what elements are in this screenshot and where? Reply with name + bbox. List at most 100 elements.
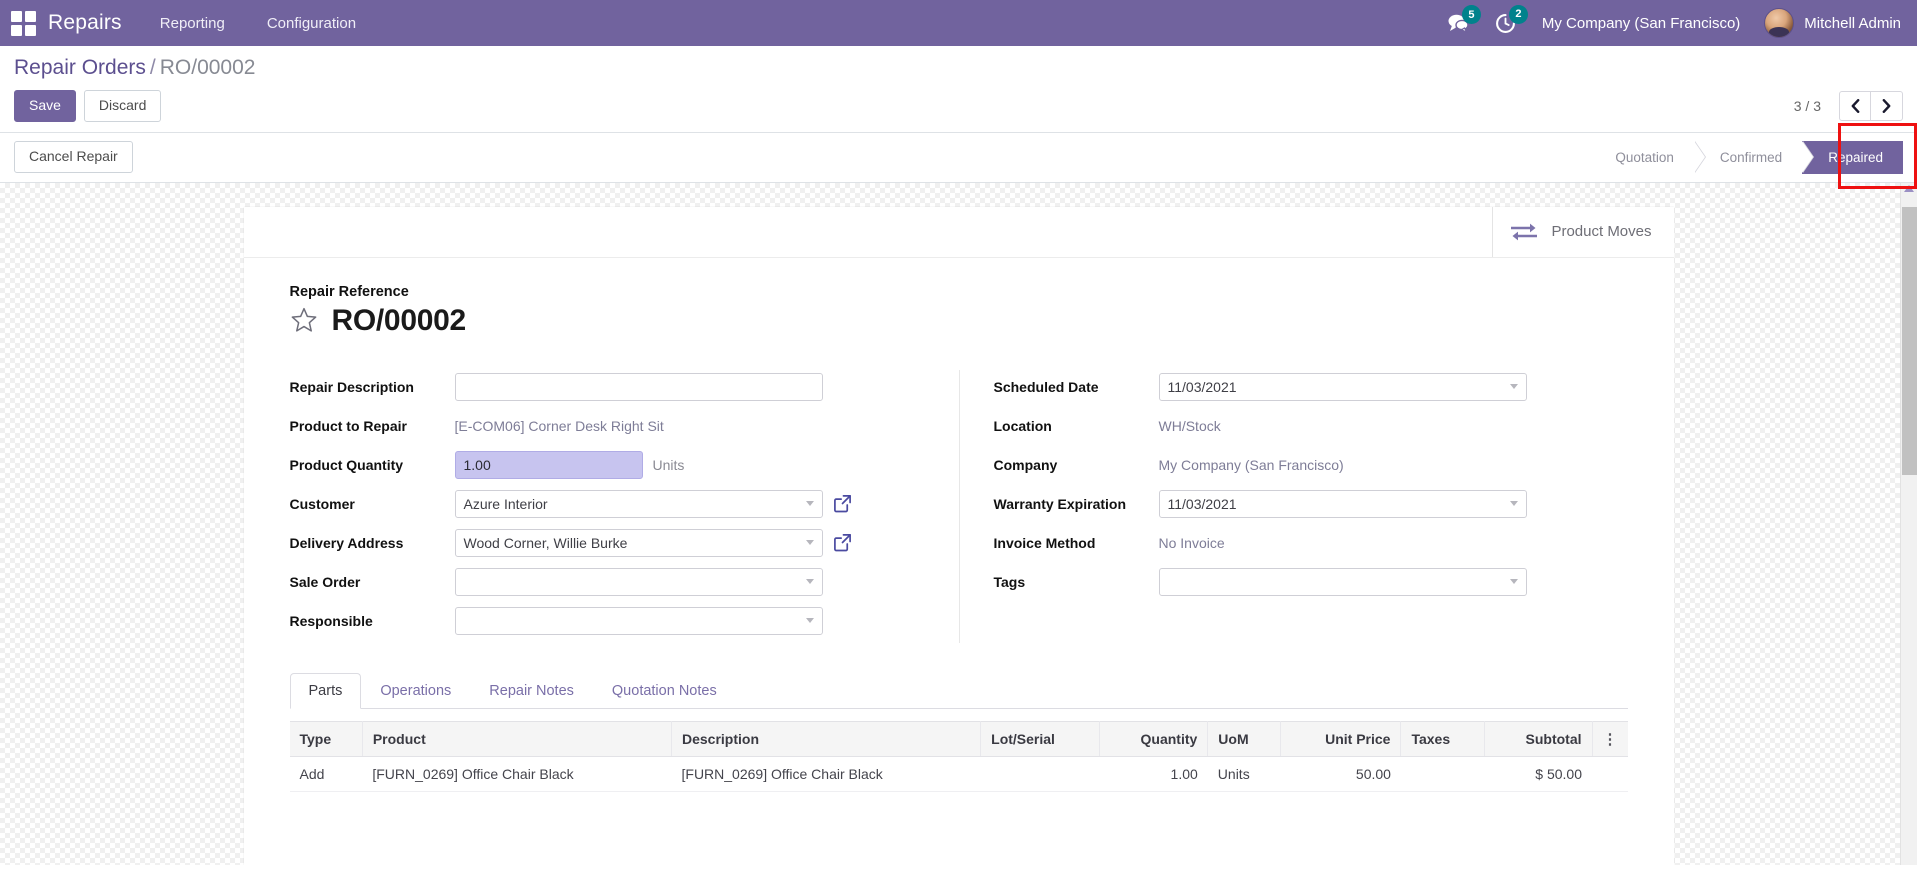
- delivery-address-input[interactable]: Wood Corner, Willie Burke: [454, 528, 823, 557]
- location-value[interactable]: WH/Stock: [1159, 412, 1221, 440]
- vertical-dots-icon: ⋮: [1602, 730, 1618, 748]
- field-label: Product Quantity: [289, 456, 404, 473]
- activities-menu[interactable]: 2: [1495, 4, 1528, 34]
- top-navbar: Repairs Reporting Configuration 5 2 My C…: [0, 0, 1917, 46]
- column-header-product[interactable]: Product: [362, 720, 673, 757]
- company-value[interactable]: My Company (San Francisco): [1159, 451, 1344, 479]
- notebook-page-parts: Type Product Description Lot/Serial Quan…: [289, 709, 1628, 792]
- warranty-expiration-value: 11/03/2021: [1167, 495, 1237, 512]
- form-sheet: Product Moves Repair Reference RO/00002 …: [243, 206, 1674, 865]
- scheduled-date-input[interactable]: 11/03/2021: [1158, 372, 1527, 401]
- external-link-icon[interactable]: [833, 533, 852, 552]
- exchange-arrows-icon: [1511, 223, 1538, 240]
- field-responsible: Responsible: [290, 604, 949, 638]
- warranty-expiration-input[interactable]: 11/03/2021: [1158, 489, 1527, 518]
- pager-value: 3 / 3: [1793, 97, 1821, 114]
- field-delivery-address: Delivery Address Wood Corner, Willie Bur…: [290, 526, 949, 560]
- chevron-left-icon: [1851, 98, 1859, 113]
- column-header-taxes[interactable]: Taxes: [1400, 720, 1485, 757]
- field-warranty-expiration: Warranty Expiration 11/03/2021: [994, 487, 1618, 521]
- cell-uom: Units: [1207, 756, 1281, 792]
- product-moves-button[interactable]: Product Moves: [1492, 206, 1673, 257]
- stage-confirmed[interactable]: Confirmed: [1693, 140, 1815, 174]
- smart-button-box: Product Moves: [243, 206, 1674, 258]
- cell-unit-price: 50.00: [1280, 756, 1401, 792]
- product-quantity-uom: Units: [652, 456, 685, 473]
- title-block: Repair Reference RO/00002: [290, 284, 1628, 338]
- tab-operations[interactable]: Operations: [361, 673, 470, 709]
- customer-input[interactable]: Azure Interior: [454, 489, 823, 518]
- field-customer: Customer Azure Interior: [290, 487, 949, 521]
- sale-order-input[interactable]: [454, 567, 823, 596]
- customer-value: Azure Interior: [463, 495, 548, 512]
- tags-input[interactable]: [1158, 567, 1527, 596]
- statusbar: Quotation Confirmed Repaired: [1599, 140, 1903, 174]
- cell-lot-serial: [980, 756, 1100, 792]
- messages-menu[interactable]: 5: [1447, 5, 1481, 33]
- form-column-left: Repair Description Product to Repair [E-…: [290, 370, 959, 643]
- table-row[interactable]: Add [FURN_0269] Office Chair Black [FURN…: [289, 756, 1628, 792]
- repair-description-input[interactable]: [454, 372, 823, 401]
- field-label: Repair Description: [289, 378, 414, 395]
- column-header-description[interactable]: Description: [671, 720, 982, 757]
- chevron-down-icon: [1509, 384, 1518, 390]
- statusbar-row: Cancel Repair Quotation Confirmed Repair…: [0, 122, 1917, 189]
- apps-grid-icon[interactable]: [10, 10, 36, 36]
- field-label: Company: [993, 456, 1058, 473]
- menu-item-reporting[interactable]: Reporting: [158, 11, 227, 36]
- column-header-lot-serial[interactable]: Lot/Serial: [980, 720, 1100, 757]
- field-sale-order: Sale Order: [290, 565, 949, 599]
- column-header-unit-price[interactable]: Unit Price: [1280, 720, 1402, 757]
- field-label: Responsible: [289, 612, 373, 629]
- messages-badge: 5: [1461, 5, 1481, 24]
- page-title: RO/00002: [331, 303, 467, 337]
- breadcrumb-separator: /: [149, 56, 156, 79]
- field-label: Invoice Method: [993, 534, 1096, 551]
- optional-columns-toggle[interactable]: ⋮: [1592, 720, 1628, 757]
- invoice-method-value: No Invoice: [1158, 534, 1225, 551]
- scrollbar-thumb[interactable]: [1902, 206, 1917, 475]
- field-label: Scheduled Date: [993, 378, 1099, 395]
- chevron-down-icon: [805, 579, 814, 585]
- breadcrumb-root[interactable]: Repair Orders: [14, 56, 146, 79]
- control-panel: Repair Orders / RO/00002 Save Discard 3 / …: [0, 46, 1917, 133]
- column-header-quantity[interactable]: Quantity: [1099, 720, 1209, 757]
- tab-parts[interactable]: Parts: [289, 672, 362, 709]
- menu-item-configuration[interactable]: Configuration: [265, 11, 358, 36]
- product-to-repair-value[interactable]: [E-COM06] Corner Desk Right Sit: [455, 412, 664, 440]
- responsible-input[interactable]: [454, 606, 823, 635]
- vertical-scrollbar[interactable]: [1900, 182, 1917, 865]
- scroll-up-icon[interactable]: [1904, 184, 1914, 192]
- field-label: Customer: [289, 495, 355, 512]
- field-label: Warranty Expiration: [993, 495, 1127, 512]
- scheduled-date-value: 11/03/2021: [1167, 378, 1237, 395]
- external-link-icon[interactable]: [833, 494, 852, 513]
- app-brand-repairs[interactable]: Repairs: [48, 11, 122, 35]
- column-header-subtotal[interactable]: Subtotal: [1484, 720, 1593, 757]
- discard-button[interactable]: Discard: [83, 90, 162, 122]
- cell-product: [FURN_0269] Office Chair Black: [362, 756, 672, 792]
- product-quantity-input[interactable]: 1.00: [454, 450, 643, 479]
- field-location: Location WH/Stock: [994, 409, 1618, 443]
- stage-repaired[interactable]: Repaired: [1802, 140, 1903, 174]
- form-grid: Repair Description Product to Repair [E-…: [290, 369, 1628, 643]
- field-product-quantity: Product Quantity 1.00 Units: [290, 448, 949, 482]
- stage-quotation[interactable]: Quotation: [1599, 140, 1706, 174]
- chevron-right-icon: [1882, 98, 1891, 113]
- pager-next-button[interactable]: [1871, 90, 1903, 121]
- company-switcher[interactable]: My Company (San Francisco): [1542, 15, 1740, 32]
- cancel-repair-button[interactable]: Cancel Repair: [14, 141, 133, 173]
- chevron-down-icon: [1509, 579, 1518, 585]
- save-button[interactable]: Save: [14, 90, 76, 122]
- product-moves-label: Product Moves: [1551, 223, 1652, 241]
- tab-quotation-notes[interactable]: Quotation Notes: [593, 673, 736, 709]
- pager-previous-button[interactable]: [1839, 90, 1871, 121]
- star-outline-icon[interactable]: [290, 307, 318, 334]
- user-menu[interactable]: Mitchell Admin: [1764, 8, 1901, 38]
- column-header-uom[interactable]: UoM: [1207, 720, 1281, 757]
- tab-repair-notes[interactable]: Repair Notes: [470, 673, 593, 709]
- cell-subtotal: $ 50.00: [1484, 756, 1592, 792]
- form-buttons-row: Save Discard 3 / 3: [14, 90, 1903, 122]
- user-name: Mitchell Admin: [1804, 14, 1901, 32]
- column-header-type[interactable]: Type: [289, 720, 363, 757]
